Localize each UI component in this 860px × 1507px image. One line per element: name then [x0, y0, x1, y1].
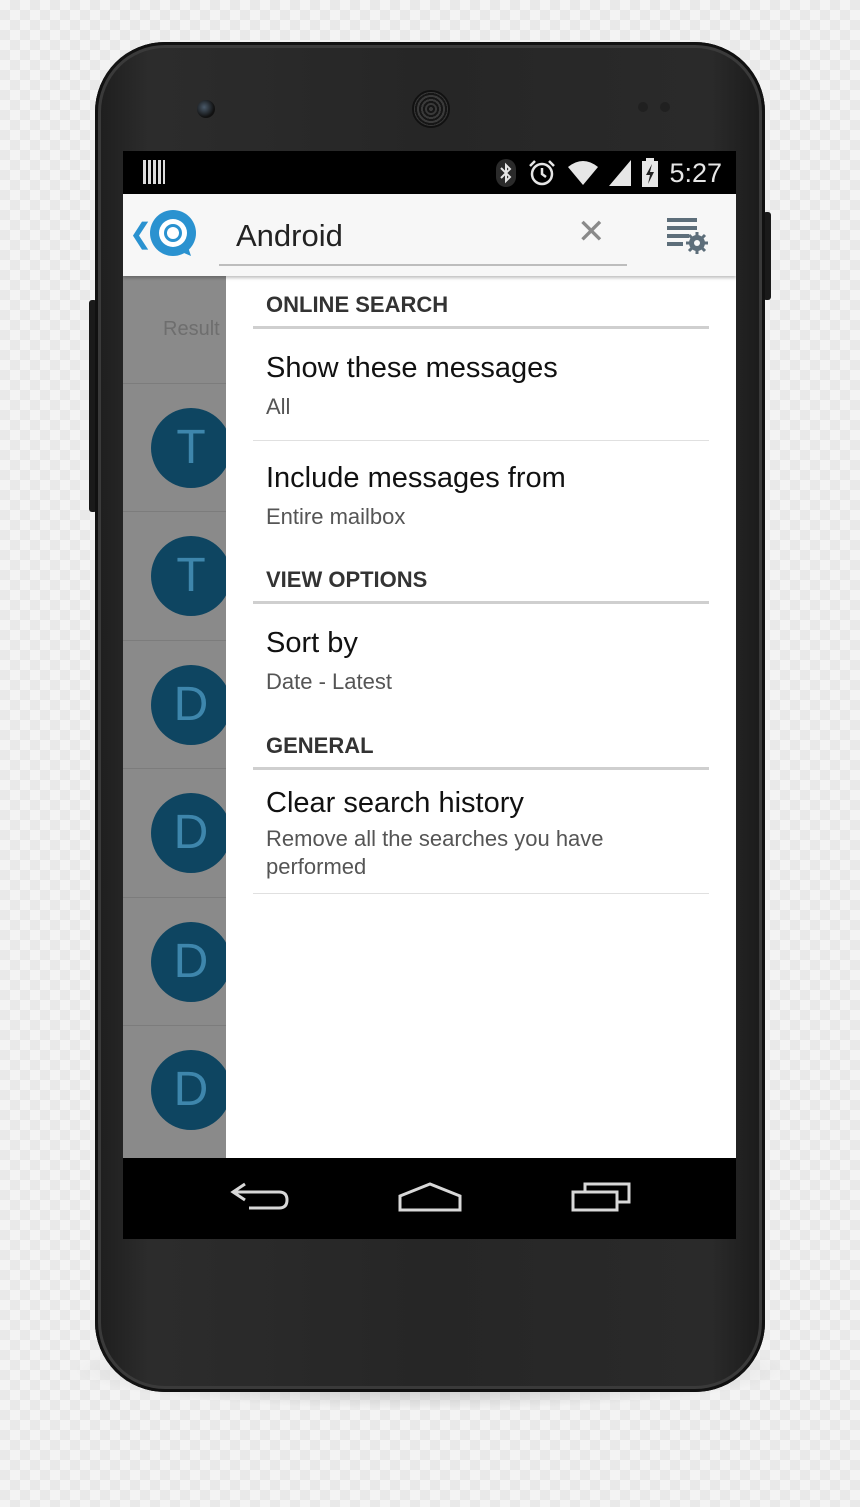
option-value: Date - Latest	[266, 669, 392, 694]
navigation-bar	[123, 1158, 736, 1239]
avatar: T	[151, 536, 226, 616]
list-item[interactable]: D	[123, 640, 226, 769]
avatar: D	[151, 922, 226, 1002]
signal-icon	[609, 160, 632, 186]
option-sort-by[interactable]: Sort by Date - Latest	[253, 605, 709, 715]
status-icons: 5:27	[495, 153, 722, 193]
item-divider	[253, 893, 709, 894]
list-item[interactable]: D	[123, 1025, 226, 1154]
screen: 5:27 ❮ Android ✕ Result T T D D D D ONLI…	[123, 151, 736, 1239]
list-item[interactable]: D	[123, 897, 226, 1026]
list-settings-icon[interactable]	[663, 214, 709, 256]
avatar: D	[151, 793, 226, 873]
earpiece-speaker	[412, 90, 450, 128]
search-input[interactable]: Android ✕	[219, 208, 627, 266]
results-list: Result T T D D D D	[123, 276, 226, 1158]
content-area: Result T T D D D D ONLINE SEARCH Show th…	[123, 276, 736, 1158]
option-value: Entire mailbox	[266, 504, 406, 529]
alarm-icon	[529, 160, 556, 186]
avatar: T	[151, 408, 226, 488]
light-sensor	[660, 102, 670, 112]
list-item[interactable]: D	[123, 768, 226, 897]
section-divider	[253, 326, 709, 329]
proximity-sensor	[638, 102, 648, 112]
option-title: Show these messages	[266, 352, 558, 384]
avatar: D	[151, 665, 226, 745]
app-bar: ❮ Android ✕	[123, 194, 736, 276]
option-clear-search-history[interactable]: Clear search history Remove all the sear…	[253, 771, 709, 893]
avatar: D	[151, 1050, 226, 1130]
search-text[interactable]: Android	[236, 218, 343, 254]
section-divider	[253, 601, 709, 604]
section-divider	[253, 767, 709, 770]
section-header-online-search: ONLINE SEARCH	[266, 292, 449, 317]
recents-icon[interactable]	[567, 1176, 637, 1222]
status-bar: 5:27	[123, 151, 736, 194]
results-label: Result	[163, 318, 220, 340]
list-item[interactable]: T	[123, 511, 226, 640]
bluetooth-icon	[496, 159, 517, 187]
option-value: All	[266, 394, 291, 419]
option-value: Remove all the searches you have perform…	[266, 826, 604, 879]
section-header-view-options: VIEW OPTIONS	[266, 567, 428, 592]
battery-charging-icon	[642, 158, 659, 187]
status-time: 5:27	[669, 157, 722, 188]
wifi-icon	[568, 161, 599, 185]
section-header-general: GENERAL	[266, 733, 374, 758]
close-icon[interactable]: ✕	[577, 212, 606, 252]
option-show-messages[interactable]: Show these messages All	[253, 330, 709, 440]
option-include-messages-from[interactable]: Include messages from Entire mailbox	[253, 441, 709, 551]
barcode-icon	[143, 160, 165, 184]
option-title: Sort by	[266, 627, 358, 659]
option-title: Include messages from	[266, 462, 566, 494]
home-icon[interactable]	[395, 1176, 465, 1222]
search-options-panel: ONLINE SEARCH Show these messages All In…	[226, 276, 736, 1158]
option-title: Clear search history	[266, 787, 524, 819]
back-icon[interactable]	[227, 1176, 297, 1222]
front-camera	[197, 100, 215, 118]
list-item[interactable]: T	[123, 383, 226, 512]
app-logo-icon[interactable]	[147, 208, 199, 260]
